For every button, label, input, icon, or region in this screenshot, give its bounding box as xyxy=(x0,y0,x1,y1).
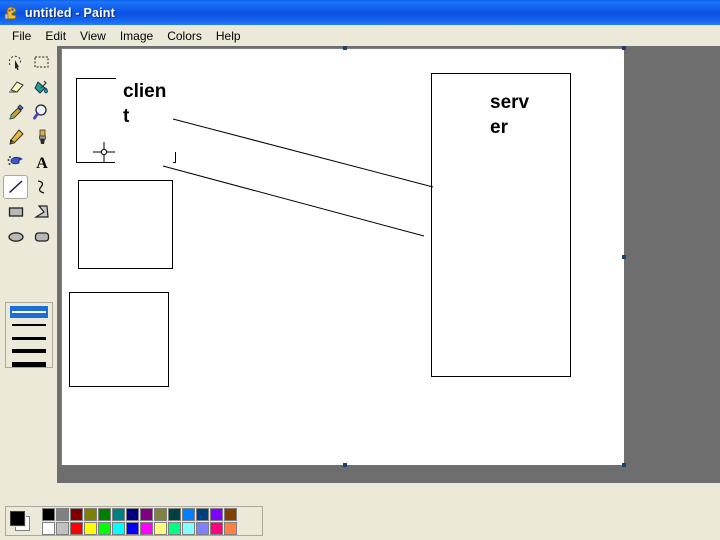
line-width-option-2[interactable] xyxy=(10,319,48,331)
palette-swatch-top-6[interactable] xyxy=(126,507,139,521)
upper-connector-line xyxy=(172,118,434,188)
menu-bar: File Edit View Image Colors Help xyxy=(0,25,720,46)
free-form-select-tool[interactable] xyxy=(3,50,28,74)
tool-panel: A xyxy=(0,46,57,501)
canvas-content: clien t serv er xyxy=(62,49,624,465)
rectangle-tool[interactable] xyxy=(3,200,28,224)
drawing-canvas[interactable]: clien t serv er xyxy=(61,48,624,465)
client-box-right-gap xyxy=(172,80,178,152)
palette-swatch-top-0[interactable] xyxy=(42,507,55,521)
palette-swatch-bottom-9[interactable] xyxy=(168,521,181,535)
palette-swatch-bottom-4[interactable] xyxy=(98,521,111,535)
menu-item-edit[interactable]: Edit xyxy=(38,27,73,45)
middle-box xyxy=(78,180,173,269)
curve-tool[interactable] xyxy=(29,175,54,199)
palette-swatch-top-3[interactable] xyxy=(84,507,97,521)
line-tool[interactable] xyxy=(3,175,28,199)
foreground-background-swatch[interactable] xyxy=(8,508,36,534)
menu-item-colors[interactable]: Colors xyxy=(160,27,209,45)
svg-text:A: A xyxy=(36,155,48,170)
line-width-options xyxy=(5,302,53,368)
color-palette xyxy=(5,506,263,536)
color-palette-bar xyxy=(0,501,720,540)
client-box-bottom-gap xyxy=(115,160,173,164)
palette-swatch-top-7[interactable] xyxy=(140,507,153,521)
menu-item-image[interactable]: Image xyxy=(113,27,160,45)
palette-swatch-top-11[interactable] xyxy=(196,507,209,521)
menu-item-file[interactable]: File xyxy=(5,27,38,45)
menu-item-help[interactable]: Help xyxy=(209,27,248,45)
palette-swatch-bottom-5[interactable] xyxy=(112,521,125,535)
title-bar: untitled - Paint xyxy=(0,0,720,25)
rounded-rectangle-tool[interactable] xyxy=(29,225,54,249)
lower-box xyxy=(69,292,169,387)
palette-swatch-top-1[interactable] xyxy=(56,507,69,521)
paint-window: untitled - Paint File Edit View Image Co… xyxy=(0,0,720,540)
foreground-color-swatch[interactable] xyxy=(10,511,25,526)
work-area: clien t serv er xyxy=(0,46,720,501)
magnifier-tool[interactable] xyxy=(29,100,54,124)
palette-swatch-bottom-12[interactable] xyxy=(210,521,223,535)
palette-swatch-bottom-3[interactable] xyxy=(84,521,97,535)
palette-swatch-top-4[interactable] xyxy=(98,507,111,521)
palette-swatch-top-13[interactable] xyxy=(224,507,237,521)
palette-swatch-bottom-2[interactable] xyxy=(70,521,83,535)
color-swatch-grid xyxy=(42,507,237,535)
palette-swatch-bottom-8[interactable] xyxy=(154,521,167,535)
canvas-handle-top-middle[interactable] xyxy=(343,46,347,50)
tool-grid: A xyxy=(3,50,55,249)
ellipse-tool[interactable] xyxy=(3,225,28,249)
text-tool[interactable]: A xyxy=(29,150,54,174)
window-title: untitled - Paint xyxy=(25,5,115,20)
palette-swatch-bottom-13[interactable] xyxy=(224,521,237,535)
rectangular-select-tool[interactable] xyxy=(29,50,54,74)
palette-swatch-bottom-10[interactable] xyxy=(182,521,195,535)
server-label: serv er xyxy=(490,92,530,138)
eraser-tool[interactable] xyxy=(3,75,28,99)
polygon-tool[interactable] xyxy=(29,200,54,224)
palette-swatch-bottom-1[interactable] xyxy=(56,521,69,535)
palette-swatch-top-12[interactable] xyxy=(210,507,223,521)
palette-swatch-top-8[interactable] xyxy=(154,507,167,521)
canvas-handle-top-right[interactable] xyxy=(622,46,626,50)
palette-swatch-bottom-11[interactable] xyxy=(196,521,209,535)
line-width-option-3[interactable] xyxy=(10,332,48,344)
canvas-handle-bottom-right[interactable] xyxy=(622,463,626,467)
lower-connector-line xyxy=(162,165,425,237)
pick-color-tool[interactable] xyxy=(3,100,28,124)
line-width-option-1[interactable] xyxy=(10,306,48,318)
palette-swatch-bottom-7[interactable] xyxy=(140,521,153,535)
client-label: clien t xyxy=(123,81,167,127)
canvas-handle-right-middle[interactable] xyxy=(622,255,626,259)
palette-swatch-bottom-0[interactable] xyxy=(42,521,55,535)
palette-swatch-top-5[interactable] xyxy=(112,507,125,521)
palette-swatch-top-2[interactable] xyxy=(70,507,83,521)
brush-tool[interactable] xyxy=(29,125,54,149)
line-width-option-5[interactable] xyxy=(10,358,48,370)
paint-app-icon xyxy=(4,5,20,21)
pencil-tool[interactable] xyxy=(3,125,28,149)
line-width-option-4[interactable] xyxy=(10,345,48,357)
palette-swatch-bottom-6[interactable] xyxy=(126,521,139,535)
menu-item-view[interactable]: View xyxy=(73,27,113,45)
airbrush-tool[interactable] xyxy=(3,150,28,174)
canvas-handle-bottom-middle[interactable] xyxy=(343,463,347,467)
crosshair-cursor xyxy=(93,142,115,162)
fill-tool[interactable] xyxy=(29,75,54,99)
palette-swatch-top-10[interactable] xyxy=(182,507,195,521)
palette-swatch-top-9[interactable] xyxy=(168,507,181,521)
